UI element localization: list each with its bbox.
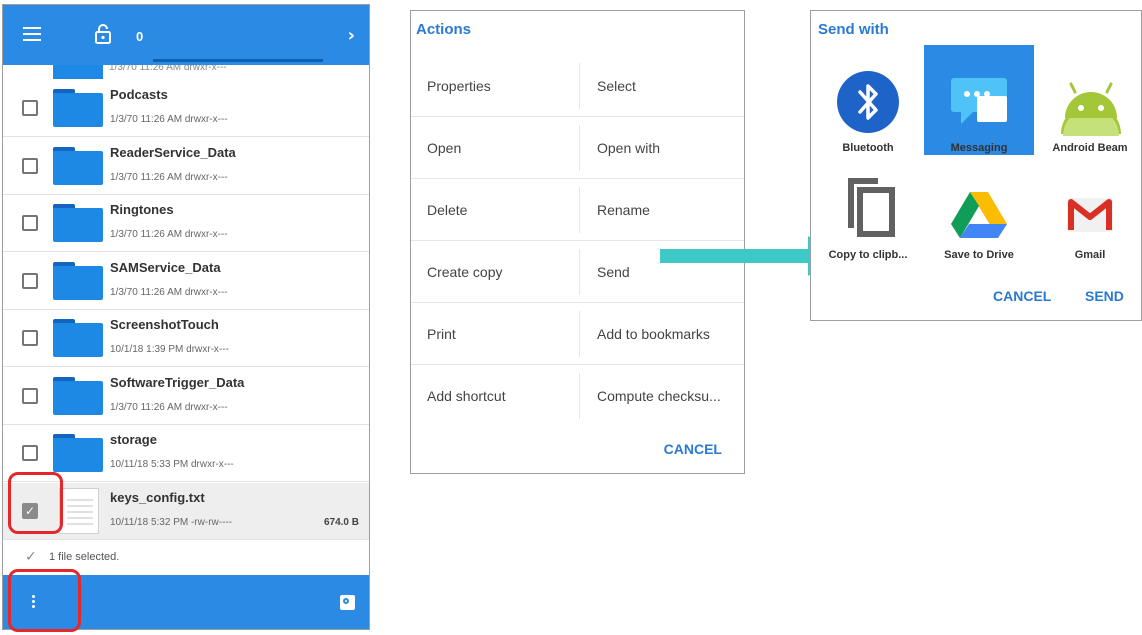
send-button[interactable]: SEND <box>1085 288 1124 304</box>
cancel-button[interactable]: CANCEL <box>993 288 1051 304</box>
highlight-more-button <box>8 569 81 632</box>
file-meta: 1/3/70 11:26 AM drwxr-x--- <box>110 401 228 413</box>
dialog-title: Actions <box>416 21 472 38</box>
file-meta: 10/11/18 5:33 PM drwxr-x--- <box>110 459 234 470</box>
file-meta: 1/3/70 11:26 AM drwxr-x--- <box>110 286 228 298</box>
folder-icon <box>53 204 103 242</box>
action-item[interactable]: Select <box>597 55 636 117</box>
unlock-icon[interactable] <box>93 23 113 45</box>
checkbox[interactable] <box>22 100 38 116</box>
checkbox[interactable] <box>22 157 38 174</box>
folder-icon <box>53 376 103 415</box>
action-item[interactable]: Add shortcut <box>427 365 506 427</box>
search-icon[interactable] <box>340 595 355 610</box>
cancel-button[interactable]: CANCEL <box>664 441 722 457</box>
file-meta: 1/3/70 11:26 AM drwxr-x--- <box>110 171 228 183</box>
file-manager-screen: 0 › 1/3/70 11:26 AM drwxr-x--- Podcasts 1… <box>2 4 370 630</box>
checkbox[interactable] <box>22 330 38 346</box>
dialog-title: Send with <box>818 21 889 38</box>
checkbox[interactable] <box>22 272 38 289</box>
action-item[interactable]: Properties <box>427 55 491 117</box>
divider <box>579 373 580 419</box>
android-icon <box>1061 82 1121 136</box>
drive-icon <box>951 192 1007 238</box>
checkbox[interactable] <box>22 387 38 404</box>
file-meta: 10/11/18 5:32 PM -rw-rw---- <box>110 516 233 528</box>
action-item[interactable]: Create copy <box>427 241 502 303</box>
folder-icon <box>53 261 103 300</box>
file-name: storage <box>110 432 157 447</box>
divider <box>579 249 580 295</box>
divider <box>579 187 580 233</box>
send-with-dialog: Send with Bluetooth Messaging Android Be… <box>810 10 1142 321</box>
app-messaging[interactable]: Messaging <box>924 45 1034 155</box>
hamburger-menu-icon[interactable] <box>23 27 41 41</box>
actions-row: Delete Rename <box>411 179 744 241</box>
file-name: SoftwareTrigger_Data <box>110 374 245 390</box>
tab-indicator <box>153 59 323 62</box>
actions-row: Add shortcut Compute checksu... <box>411 365 744 427</box>
file-name: keys_config.txt <box>110 489 205 505</box>
app-save-to-drive[interactable]: Save to Drive <box>924 152 1034 262</box>
file-size: 674.0 B <box>323 516 359 528</box>
actions-row: Print Add to bookmarks <box>411 303 744 365</box>
folder-icon <box>53 65 103 79</box>
highlight-checkbox <box>8 472 63 534</box>
folder-icon <box>53 146 103 185</box>
file-name: Podcasts <box>110 87 168 102</box>
folder-icon <box>53 434 103 472</box>
gmail-icon <box>1067 198 1113 232</box>
file-name: ReaderService_Data <box>110 144 236 160</box>
list-item[interactable]: Ringtones 1/3/70 11:26 AM drwxr-x--- <box>3 195 369 252</box>
file-meta: 1/3/70 11:26 AM drwxr-x--- <box>109 65 227 73</box>
copy-icon <box>848 178 895 237</box>
file-name: Ringtones <box>110 202 174 217</box>
action-item[interactable]: Open <box>427 117 461 179</box>
divider <box>579 63 580 109</box>
app-label: Save to Drive <box>944 249 1014 261</box>
app-bluetooth[interactable]: Bluetooth <box>813 45 923 155</box>
action-item[interactable]: Compute checksu... <box>597 365 721 427</box>
list-item[interactable]: ScreenshotTouch 10/1/18 1:39 PM drwxr-x--… <box>3 310 369 367</box>
file-meta: 1/3/70 11:26 AM drwxr-x--- <box>110 114 228 125</box>
list-item[interactable]: ReaderService_Data 1/3/70 11:26 AM drwxr-… <box>3 137 369 195</box>
selection-count: 0 <box>136 29 144 44</box>
list-item[interactable]: SAMService_Data 1/3/70 11:26 AM drwxr-x--… <box>3 252 369 310</box>
app-android-beam[interactable]: Android Beam <box>1035 45 1141 155</box>
file-meta: 1/3/70 11:26 AM drwxr-x--- <box>110 229 228 240</box>
file-meta: 10/1/18 1:39 PM drwxr-x--- <box>110 344 229 355</box>
actions-row: Open Open with <box>411 117 744 179</box>
list-item[interactable]: Podcasts 1/3/70 11:26 AM drwxr-x--- <box>3 80 369 137</box>
folder-icon <box>53 89 103 127</box>
file-name: SAMService_Data <box>110 259 221 275</box>
file-name: ScreenshotTouch <box>110 317 219 332</box>
chevron-right-icon[interactable]: › <box>348 25 355 46</box>
checkbox[interactable] <box>22 215 38 231</box>
selection-status-text: 1 file selected. <box>49 551 120 563</box>
action-item[interactable]: Add to bookmarks <box>597 303 710 365</box>
text-file-icon <box>59 487 99 534</box>
action-item[interactable]: Open with <box>597 117 660 179</box>
check-icon: ✓ <box>25 549 37 565</box>
app-gmail[interactable]: Gmail <box>1035 152 1141 262</box>
divider <box>579 311 580 357</box>
app-label: Gmail <box>1074 249 1106 261</box>
app-label: Copy to clipb... <box>828 249 908 261</box>
actions-row: Properties Select <box>411 55 744 117</box>
bluetooth-icon <box>837 71 899 133</box>
action-item[interactable]: Send <box>597 241 630 303</box>
checkbox[interactable] <box>22 445 38 461</box>
app-copy-to-clipboard[interactable]: Copy to clipb... <box>813 152 923 262</box>
folder-icon <box>53 319 103 357</box>
messaging-icon <box>951 78 1007 124</box>
action-item[interactable]: Rename <box>597 179 650 241</box>
top-toolbar: 0 › <box>3 5 369 65</box>
action-item[interactable]: Delete <box>427 179 467 241</box>
list-item[interactable]: SoftwareTrigger_Data 1/3/70 11:26 AM drwx… <box>3 367 369 425</box>
divider <box>579 125 580 171</box>
action-item[interactable]: Print <box>427 303 456 365</box>
list-item-partial[interactable]: 1/3/70 11:26 AM drwxr-x--- <box>3 65 369 79</box>
